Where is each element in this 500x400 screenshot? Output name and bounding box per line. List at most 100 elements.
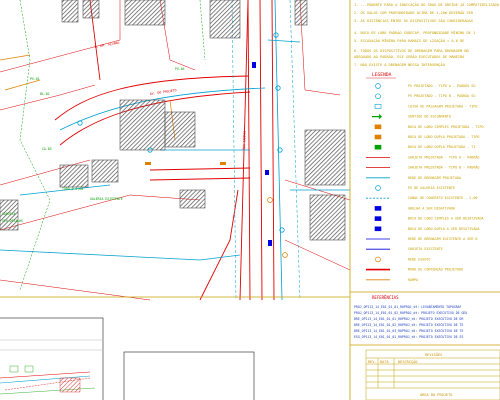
inlet-icon[interactable] bbox=[265, 170, 269, 175]
note-line: 7- NÃO EXISTE A DRENAGEM NESSA INTERVENÇ… bbox=[354, 62, 445, 67]
projected-inlet-icon[interactable] bbox=[145, 162, 151, 165]
reference-line: ESG_OP113_14_E01_01_01_R0PROJ_dt: PROJET… bbox=[354, 335, 463, 339]
legend-item: BOCA DE LOBO SIMPLES PROJETADA - TIPO bbox=[374, 124, 484, 130]
references: REFERÊNCIAS PROJ_OP113_14_E01_01_01_R0PR… bbox=[354, 295, 467, 339]
legend-label: BOCA DE LOBO SIMPLES PROJETADA - TIPO bbox=[408, 125, 484, 129]
map-label: TUBO Ø 0,60 bbox=[62, 186, 83, 191]
references-title: REFERÊNCIAS bbox=[372, 295, 399, 300]
legend-label: SENTIDO DO ESCOAMENTO bbox=[408, 115, 451, 119]
legend-symbol-icon bbox=[374, 144, 382, 150]
legend-label: SARJETA PROJETADA - TIPO B - PADRÃO bbox=[408, 165, 479, 170]
note-line: 4- BOCA DE LOBO PADRÃO SUDECAP, PROFUNDI… bbox=[354, 30, 475, 35]
cad-drawing-canvas[interactable]: R. DR. ALVARO PV-01 BL-02 CA-03 PV-04 RU… bbox=[0, 0, 500, 400]
legend-symbol-icon bbox=[375, 256, 381, 263]
legend-symbol-icon bbox=[374, 216, 382, 221]
projected-drainage-network[interactable] bbox=[0, 0, 350, 301]
reference-line: PROJ_OP113_14_E01_01_01_R0PROJ_dt: LEVAN… bbox=[354, 305, 462, 309]
map-label: BL-02 bbox=[40, 92, 50, 96]
detail-viewport-right[interactable] bbox=[123, 351, 255, 400]
map-label: CA-03 bbox=[42, 147, 52, 151]
revision-column-label: REV. bbox=[368, 360, 377, 364]
inlets-to-deactivate[interactable] bbox=[252, 62, 272, 246]
legend-item: BOCA DE LOBO SIMPLES A SER DESATIVADA bbox=[374, 216, 484, 221]
note-line: 6- TODOS OS DISPOSITIVOS DE DRENAGEM PAR… bbox=[354, 49, 469, 53]
note-line: 3- AS DISTÂNCIAS ENTRE OS DISPOSITIVOS S… bbox=[354, 18, 473, 23]
legend-label: BOCA DE LOBO DUPLA A SER DESATIVADA bbox=[408, 227, 479, 231]
projected-inlet-icon[interactable] bbox=[220, 162, 226, 165]
legend-item: CANAL DE CONCRETO EXISTENTE - 2,00 bbox=[366, 196, 477, 200]
inlet-icon[interactable] bbox=[252, 62, 256, 68]
inlet-icon[interactable] bbox=[268, 240, 272, 246]
general-notes: 1- ...PONENTE PARA A INDICAÇÃO DO GRAU D… bbox=[354, 2, 499, 67]
legend-label: SARJETA PROJETADA - TIPO A - PADRÃO bbox=[408, 154, 479, 159]
legend-item: PV DE GALERIA EXISTENTE bbox=[375, 185, 455, 191]
legend-symbol-icon bbox=[374, 226, 382, 232]
legend-item: REDE ESGOTO bbox=[375, 256, 430, 263]
legend-label: RAMPA bbox=[408, 278, 418, 282]
legend-label: CANAL DE CONCRETO EXISTENTE - 2,00 bbox=[408, 196, 477, 200]
legend-item: MURO DE CONTENÇÃO PROJETADO bbox=[366, 267, 463, 272]
legend-symbol-icon bbox=[374, 206, 382, 211]
legend-label: REDE DE DRENAGEM EXISTENTE A SER D bbox=[408, 237, 477, 241]
description-column-label: DESCRIÇÃO bbox=[398, 359, 417, 364]
legend-label: MURO DE CONTENÇÃO PROJETADO bbox=[408, 267, 463, 272]
legend: LEGENDA PV PROJETADO - TIPO A - PADRÃO S… bbox=[366, 72, 484, 282]
inlets-projected[interactable] bbox=[145, 162, 226, 165]
site-plan[interactable]: R. DR. ALVARO PV-01 BL-02 CA-03 PV-04 RU… bbox=[0, 0, 351, 301]
legend-symbol-icon bbox=[374, 134, 382, 140]
map-label: PV-01 bbox=[30, 77, 40, 81]
legend-item: SARJETA PROJETADA - TIPO B - PADRÃO bbox=[366, 165, 479, 170]
legend-item: GRELHA A SER DESATIVADA bbox=[374, 206, 455, 211]
legend-title: LEGENDA bbox=[372, 72, 392, 78]
map-label: R. DR. ALVARO bbox=[94, 41, 119, 49]
legend-label: PV PROJETADO - TIPO A - PADRÃO SU bbox=[408, 83, 475, 88]
date-column-label: DATA bbox=[380, 360, 389, 364]
map-label: RUA CAMPOS bbox=[242, 131, 247, 150]
legend-label: PV DE GALERIA EXISTENTE bbox=[408, 186, 455, 190]
legend-label: CAIXA DE PASSAGEM PROJETADA - TIPO bbox=[408, 104, 477, 108]
note-line: 1- ...PONENTE PARA A INDICAÇÃO DO GRAU D… bbox=[354, 2, 499, 7]
reference-line: DRE_OP113_14_E01_01_02_R0PROJ_dt: PROJET… bbox=[354, 323, 463, 327]
reference-line: PROJ_OP113_14_E01_01_02_R0PROJ_dt: PROJE… bbox=[354, 311, 467, 315]
legend-symbol-icon bbox=[375, 83, 381, 89]
legend-symbol-icon bbox=[374, 104, 382, 109]
legend-symbol-icon bbox=[375, 185, 381, 191]
legend-item: SENTIDO DO ESCOAMENTO bbox=[372, 114, 451, 120]
reference-line: DRE_OP113_14_E01_01_03_R0PROJ_dt: PROJET… bbox=[354, 329, 463, 333]
revisions-header: REVISÕES bbox=[425, 352, 442, 357]
detail-profile bbox=[0, 339, 102, 395]
reference-line: DRE_OP113_14_E01_01_01_R0PROJ_dt: PROJET… bbox=[354, 317, 463, 321]
legend-item: RAMPA bbox=[366, 278, 418, 282]
legend-label: BOCA DE LOBO SIMPLES A SER DESATIVADA bbox=[408, 217, 484, 221]
sewer-manholes[interactable] bbox=[267, 197, 288, 258]
detail-viewport-left[interactable] bbox=[0, 317, 104, 400]
legend-item: PV PROJETADO - TIPO A - PADRÃO SU bbox=[375, 83, 475, 89]
legend-item: PV PROJETADO - TIPO B - PADRÃO SU bbox=[375, 93, 475, 99]
sewer-manhole-icon[interactable] bbox=[282, 252, 288, 258]
pv-icon[interactable] bbox=[275, 85, 281, 91]
legend-label: REDE ESGOTO bbox=[408, 257, 430, 261]
map-label: GALERIA EXISTENTE bbox=[90, 197, 123, 201]
legend-label: GRELHA A SER DESATIVADA bbox=[408, 206, 455, 210]
note-line: 5- ESCAVAÇÃO MÍNIMA PARA RAMAIS DE LIGAÇ… bbox=[354, 38, 464, 43]
map-label: SARJETA bbox=[2, 212, 16, 216]
legend-symbol-icon bbox=[374, 124, 382, 130]
legend-symbol-icon bbox=[375, 93, 381, 99]
map-label: PV-04 bbox=[175, 67, 185, 71]
note-line: ADEQUADO AO PADRÃO, ESE SERÃO EXECUTADOS… bbox=[354, 54, 465, 59]
legend-item: CAIXA DE PASSAGEM PROJETADA - TIPO bbox=[374, 104, 477, 109]
pv-icon[interactable] bbox=[77, 120, 83, 126]
legend-item: BOCA DE LOBO DUPLA PROJETADA - TI bbox=[374, 144, 475, 150]
buildings bbox=[0, 0, 346, 241]
legend-label: BOCA DE LOBO DUPLA PROJETADA - TIPO bbox=[408, 135, 479, 139]
note-line: 2- OS VALOS COM PROFUNDIDADE ACIMA DE 1,… bbox=[354, 10, 474, 15]
detail-viewports[interactable] bbox=[0, 317, 255, 400]
legend-label: SARJETA EXISTENTE bbox=[408, 247, 443, 251]
legend-label: PV PROJETADO - TIPO B - PADRÃO SU bbox=[408, 93, 475, 98]
legend-label: BOCA DE LOBO DUPLA PROJETADA - TI bbox=[408, 145, 475, 149]
map-label: AV. DO PROJETO bbox=[150, 88, 177, 96]
title-block-footer: ÁREA DO PROJETO bbox=[420, 392, 452, 397]
legend-item: REDE DE DRENAGEM PROJETADA bbox=[366, 176, 461, 180]
legend-items: PV PROJETADO - TIPO A - PADRÃO SU PV PROJ… bbox=[366, 83, 484, 282]
sewer-manhole-icon[interactable] bbox=[267, 197, 273, 203]
